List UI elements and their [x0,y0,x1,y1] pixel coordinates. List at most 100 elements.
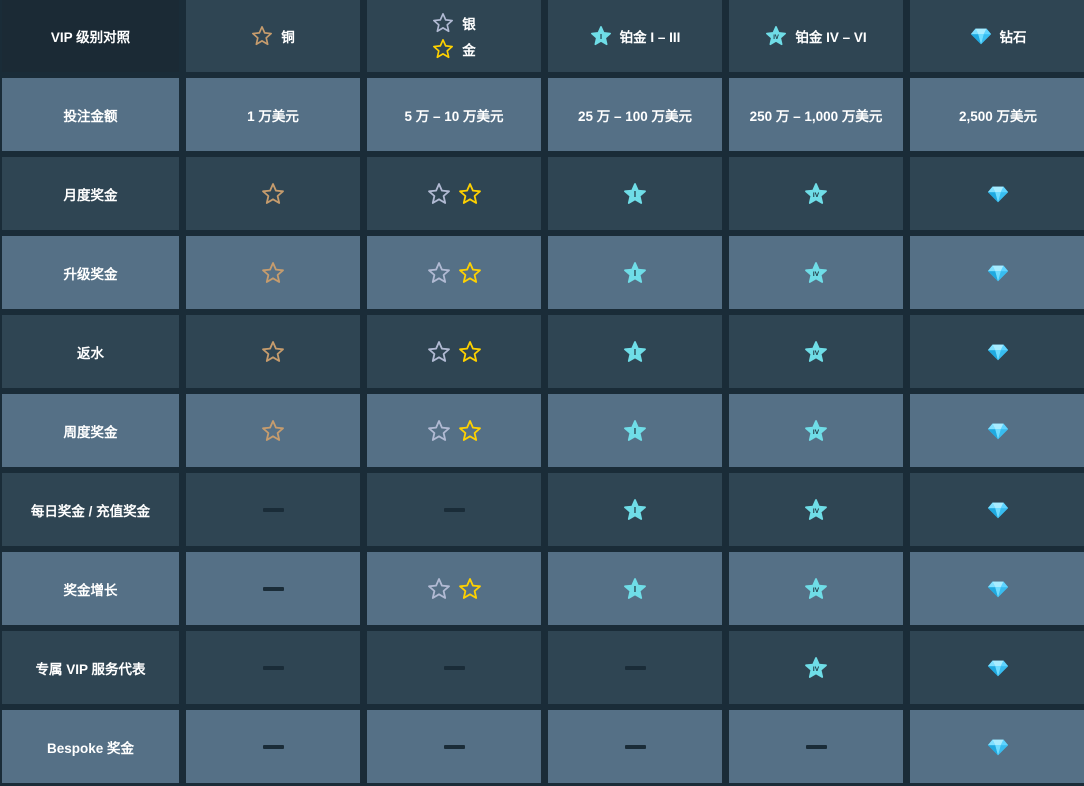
gold-star-icon [458,261,482,285]
dash-icon [624,665,646,670]
cell-platinum-iv-vi: IV [729,157,903,230]
dash-icon [443,665,465,670]
svg-text:IV: IV [813,192,820,199]
svg-text:IV: IV [813,350,820,357]
cell-silver-gold [367,710,541,783]
platinum-iv-star-icon: IV [804,340,828,364]
platinum-iv-vi-label: 铂金 IV – VI [795,30,867,45]
diamond-label: 钻石 [999,30,1027,45]
platinum-i-star-icon: I [623,498,647,522]
cell-diamond [910,473,1084,546]
row-label-text: 奖金增长 [63,582,118,598]
platinum-i-star-icon: I [623,577,647,601]
cell-silver-gold [367,631,541,704]
platinum-i-iii-label: 铂金 I – III [619,30,681,45]
cell-diamond [910,710,1084,783]
gold-star-icon [458,340,482,364]
cell-platinum-i-iii: I [548,473,722,546]
cell-value-text: 2,500 万美元 [958,108,1038,124]
cell-silver-gold [367,394,541,467]
diamond-icon [987,341,1009,363]
row-label-text: Bespoke 奖金 [46,740,135,756]
bronze-star-icon [261,340,285,364]
cell-value-text: 5 万 – 10 万美元 [404,108,504,124]
diamond-icon [987,657,1009,679]
cell-diamond [910,394,1084,467]
dash-icon [624,744,646,749]
bronze-star-icon [261,419,285,443]
svg-text:IV: IV [813,508,820,515]
platinum-i-star-icon: I [623,419,647,443]
platinum-iv-star-icon: IV [804,419,828,443]
column-header-silver-gold: 银 金 [367,0,541,72]
diamond-icon [987,578,1009,600]
cell-platinum-iv-vi: IV [729,394,903,467]
platinum-i-star-icon: I [623,182,647,206]
cell-bronze [186,631,360,704]
cell-platinum-i-iii: I [548,315,722,388]
svg-text:IV: IV [813,666,820,673]
row-label-text: 月度奖金 [63,187,118,203]
gold-star-icon [458,577,482,601]
cell-value-text: 1 万美元 [247,108,299,124]
row-label: 每日奖金 / 充值奖金 [2,473,179,546]
cell-diamond: 2,500 万美元 [910,78,1084,151]
platinum-iv-star-icon: IV [804,498,828,522]
svg-text:IV: IV [813,429,820,436]
cell-silver-gold [367,315,541,388]
cell-value-text: 25 万 – 100 万美元 [577,108,693,124]
gold-star-icon [458,182,482,206]
cell-silver-gold [367,157,541,230]
dash-icon [262,665,284,670]
svg-text:I: I [634,348,636,357]
bronze-label: 铜 [281,30,295,45]
cell-bronze: 1 万美元 [186,78,360,151]
dash-icon [262,586,284,591]
column-header-diamond: 钻石 [910,0,1084,72]
cell-value-text: 250 万 – 1,000 万美元 [749,108,883,124]
table-corner-title: VIP 级别对照 [2,0,179,72]
svg-text:I: I [634,427,636,436]
cell-bronze [186,236,360,309]
row-label-text: 周度奖金 [63,424,118,440]
cell-diamond [910,315,1084,388]
cell-platinum-i-iii: I [548,236,722,309]
cell-platinum-i-iii: I [548,394,722,467]
dash-icon [805,744,827,749]
diamond-icon [987,736,1009,758]
corner-title-text: VIP 级别对照 [50,30,131,45]
column-header-bronze: 铜 [186,0,360,72]
row-label: 奖金增长 [2,552,179,625]
cell-diamond [910,631,1084,704]
dash-icon [262,507,284,512]
gold-star-icon [432,38,454,60]
dash-icon [443,507,465,512]
platinum-iv-star-icon: IV [804,577,828,601]
row-label: 周度奖金 [2,394,179,467]
bronze-star-icon [251,25,273,47]
cell-platinum-iv-vi: IV [729,236,903,309]
cell-platinum-i-iii: I [548,157,722,230]
svg-text:I: I [634,190,636,199]
diamond-icon [970,25,992,47]
cell-bronze [186,394,360,467]
diamond-icon [987,420,1009,442]
cell-silver-gold [367,236,541,309]
cell-bronze [186,552,360,625]
row-label: Bespoke 奖金 [2,710,179,783]
cell-silver-gold: 5 万 – 10 万美元 [367,78,541,151]
cell-silver-gold [367,552,541,625]
column-header-platinum-iv-vi: IV 铂金 IV – VI [729,0,903,72]
platinum-iv-star-icon: IV [804,656,828,680]
cell-platinum-iv-vi: IV [729,473,903,546]
silver-star-icon [427,340,451,364]
platinum-i-star-icon: I [623,340,647,364]
platinum-iv-star-icon: IV [804,182,828,206]
row-label-text: 每日奖金 / 充值奖金 [30,503,151,519]
silver-star-icon [427,577,451,601]
cell-diamond [910,157,1084,230]
platinum-i-star-icon: I [623,261,647,285]
cell-platinum-iv-vi [729,710,903,783]
cell-platinum-i-iii: I [548,552,722,625]
diamond-icon [987,499,1009,521]
